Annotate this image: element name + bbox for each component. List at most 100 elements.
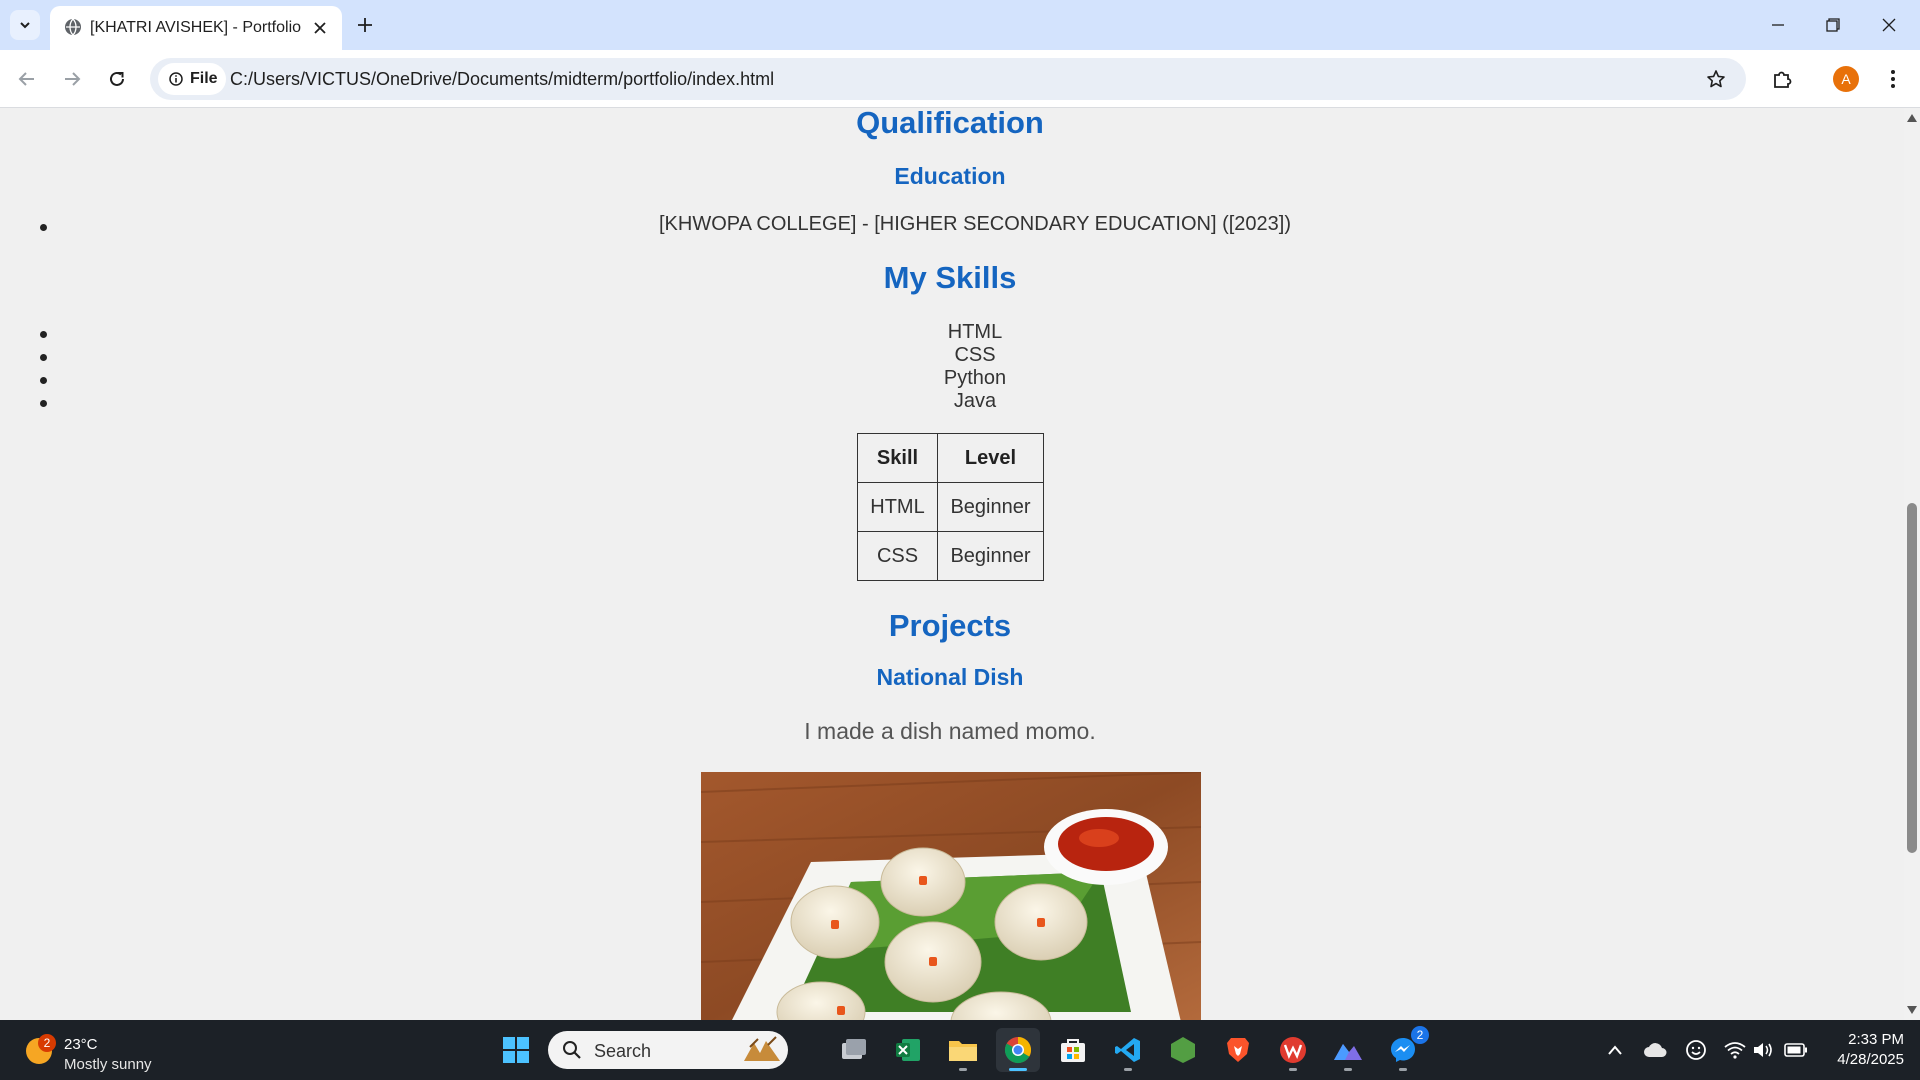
- table-header-cell: Level: [937, 433, 1044, 483]
- more-vertical-icon: [1891, 70, 1895, 88]
- education-heading: Education: [894, 163, 1006, 189]
- arrow-left-icon: [18, 72, 34, 86]
- momo-photo: [701, 772, 1201, 1020]
- tab-close-button[interactable]: [310, 18, 330, 38]
- profile-avatar[interactable]: A: [1833, 66, 1859, 92]
- back-button[interactable]: [12, 64, 42, 94]
- battery-tray[interactable]: [1784, 1038, 1808, 1062]
- site-info-chip[interactable]: File: [158, 63, 226, 95]
- minimize-button[interactable]: [1765, 12, 1791, 38]
- url-text[interactable]: C:/Users/VICTUS/OneDrive/Documents/midte…: [230, 69, 774, 90]
- new-tab-button[interactable]: [350, 10, 380, 40]
- search-label: Search: [594, 1041, 652, 1061]
- active-indicator: [1009, 1068, 1027, 1071]
- taskbar-photos[interactable]: [1326, 1028, 1370, 1072]
- start-button[interactable]: [494, 1028, 538, 1072]
- search-highlight-icon: [744, 1036, 780, 1061]
- weather-badge: 2: [38, 1034, 56, 1052]
- skill-item-python: Python: [943, 367, 1007, 389]
- volume-tray[interactable]: [1751, 1038, 1775, 1062]
- tab-search-button[interactable]: [10, 10, 40, 40]
- bookmark-button[interactable]: [1704, 67, 1728, 91]
- onedrive-tray[interactable]: [1643, 1038, 1667, 1062]
- project-title: National Dish: [876, 664, 1024, 690]
- skill-item-css: CSS: [954, 344, 996, 366]
- close-icon: [1882, 18, 1896, 32]
- triangle-up-icon: [1907, 114, 1917, 122]
- store-icon: [1061, 1039, 1085, 1062]
- reload-button[interactable]: [102, 64, 132, 94]
- site-chip-label: File: [190, 70, 218, 87]
- table-cell: CSS: [857, 531, 938, 581]
- taskbar-clock[interactable]: 2:33 PM 4/28/2025: [1812, 1030, 1904, 1070]
- projects-heading: Projects: [888, 608, 1012, 643]
- taskbar-chrome[interactable]: [996, 1028, 1040, 1072]
- excel-icon: [896, 1039, 920, 1061]
- wifi-icon: [1724, 1042, 1746, 1059]
- clock-date: 4/28/2025: [1837, 1051, 1904, 1068]
- taskbar-messenger[interactable]: 2: [1381, 1026, 1429, 1072]
- taskbar-brave[interactable]: [1216, 1028, 1260, 1072]
- minimize-icon: [1772, 24, 1784, 26]
- project-description: I made a dish named momo.: [804, 718, 1096, 744]
- skill-item-java: Java: [953, 390, 997, 412]
- taskbar-file-explorer[interactable]: [941, 1028, 985, 1072]
- battery-icon: [1784, 1043, 1807, 1057]
- active-tab[interactable]: [KHATRI AVISHEK] - Portfolio: [50, 6, 342, 50]
- close-icon: [314, 22, 326, 34]
- scroll-up-arrow[interactable]: [1907, 112, 1917, 124]
- table-row: HTML Beginner: [857, 482, 1044, 532]
- taskbar-search[interactable]: Search: [548, 1031, 788, 1069]
- address-bar[interactable]: File C:/Users/VICTUS/OneDrive/Documents/…: [150, 58, 1746, 100]
- tab-strip: [KHATRI AVISHEK] - Portfolio: [0, 0, 1920, 50]
- scroll-down-arrow[interactable]: [1907, 1004, 1917, 1016]
- qualification-heading: Qualification: [856, 108, 1044, 140]
- skills-table: Skill Level HTML Beginner CSS Beginner: [857, 433, 1044, 581]
- taskbar-task-view[interactable]: [832, 1028, 876, 1072]
- taskbar-store[interactable]: [1051, 1028, 1095, 1072]
- weather-widget[interactable]: 2 23°C Mostly sunny: [24, 1028, 164, 1073]
- globe-icon: [65, 18, 81, 36]
- forward-button[interactable]: [57, 64, 87, 94]
- show-hidden-icons-button[interactable]: [1603, 1038, 1627, 1062]
- restore-button[interactable]: [1820, 12, 1846, 38]
- triangle-down-icon: [1907, 1006, 1917, 1014]
- search-icon: [563, 1041, 581, 1059]
- table-header-row: Skill Level: [857, 433, 1044, 483]
- restore-icon: [1826, 18, 1840, 32]
- reload-icon: [110, 71, 124, 86]
- education-item: [KHWOPA COLLEGE] - [HIGHER SECONDARY EDU…: [659, 213, 1291, 235]
- taskbar-excel[interactable]: [886, 1028, 930, 1072]
- running-indicator: [1289, 1068, 1297, 1071]
- chrome-icon: [1004, 1036, 1032, 1064]
- taskbar-nodejs[interactable]: [1161, 1028, 1205, 1072]
- star-icon: [1707, 70, 1725, 88]
- extensions-button[interactable]: [1767, 64, 1797, 94]
- wifi-tray[interactable]: [1723, 1038, 1747, 1062]
- page-scrollbar[interactable]: [1904, 108, 1920, 1020]
- emoji-tray[interactable]: [1684, 1038, 1708, 1062]
- info-icon: [169, 72, 183, 86]
- messenger-badge: 2: [1411, 1026, 1429, 1044]
- plus-icon: [358, 18, 372, 32]
- vscode-icon: [1115, 1038, 1140, 1062]
- weather-condition: Mostly sunny: [64, 1056, 152, 1073]
- table-cell: Beginner: [937, 482, 1044, 532]
- clock-time: 2:33 PM: [1848, 1031, 1904, 1048]
- skills-heading: My Skills: [883, 260, 1017, 295]
- menu-button[interactable]: [1878, 64, 1908, 94]
- table-header-cell: Skill: [857, 433, 938, 483]
- windows-taskbar: 2 23°C Mostly sunny Search 2 2:33 PM 4/2…: [0, 1020, 1920, 1080]
- mountain-icon: [1334, 1044, 1362, 1060]
- page-viewport: Qualification Education [KHWOPA COLLEGE]…: [0, 108, 1904, 1020]
- puzzle-icon: [1774, 71, 1792, 88]
- chevron-up-icon: [1608, 1045, 1622, 1055]
- speaker-icon: [1754, 1043, 1772, 1057]
- brave-lion-icon: [1227, 1038, 1249, 1062]
- weather-temperature: 23°C: [64, 1036, 98, 1053]
- scrollbar-thumb[interactable]: [1907, 503, 1917, 853]
- close-window-button[interactable]: [1876, 12, 1902, 38]
- momo-image: [701, 772, 1201, 1020]
- taskbar-vscode[interactable]: [1106, 1028, 1150, 1072]
- taskbar-wps[interactable]: [1271, 1028, 1315, 1072]
